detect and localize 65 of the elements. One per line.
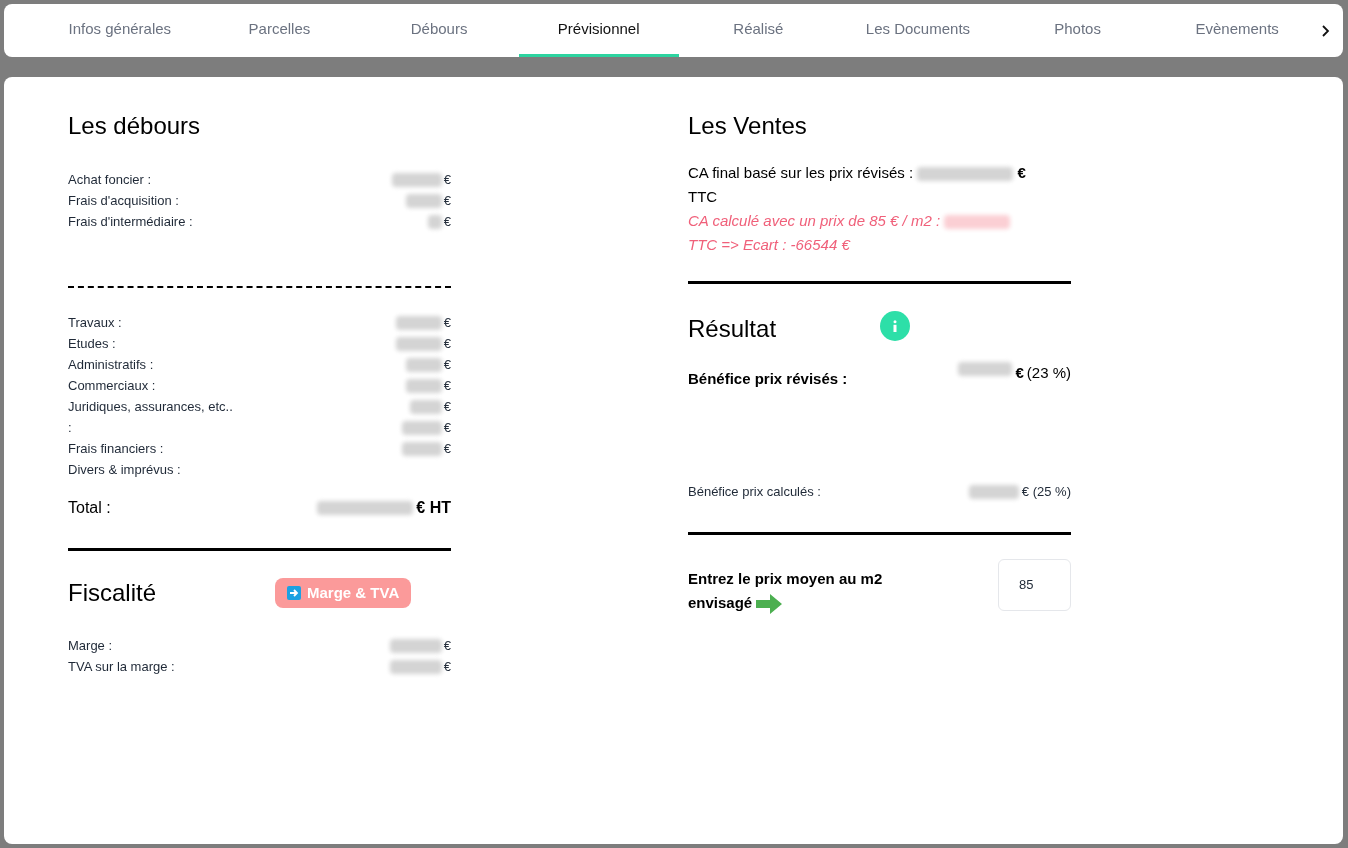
unit-text: € xyxy=(443,191,451,210)
row-label: Achat foncier : xyxy=(68,170,152,189)
row-label: Juridiques, assurances, etc.. xyxy=(68,397,233,416)
redacted-value xyxy=(405,357,442,372)
redacted-value xyxy=(944,215,1011,230)
tab[interactable]: Evènements xyxy=(1157,4,1317,57)
prix-prompt: Entrez le prix moyen au m2 envisagé xyxy=(688,566,918,615)
row-label: Commerciaux : xyxy=(68,376,156,395)
arrow-right-icon xyxy=(756,593,783,614)
row-label: Administratifs : xyxy=(68,355,154,374)
unit-text: € xyxy=(443,170,451,189)
unit-text: € xyxy=(443,376,451,395)
tab[interactable]: Parcelles xyxy=(199,4,360,57)
tab[interactable]: Débours xyxy=(359,4,519,57)
redacted-value xyxy=(401,441,442,456)
unit-text: € (25 %) xyxy=(1021,483,1071,501)
unit-text: € xyxy=(443,636,451,655)
total-label: Total : xyxy=(68,498,111,518)
row-label: Frais d'intermédiaire : xyxy=(68,212,193,231)
section-title: Les débours xyxy=(68,111,202,141)
unit-text: € xyxy=(443,418,451,437)
unit-text: € xyxy=(1015,363,1024,383)
tab[interactable]: Prévisionnel xyxy=(518,4,679,57)
row-label: Frais financiers : xyxy=(68,439,164,458)
ca-final-text: CA final basé sur les prix révisés : € TTC xyxy=(688,163,1027,207)
tab[interactable]: Les Documents xyxy=(838,4,998,57)
redacted-value xyxy=(389,659,442,674)
tab[interactable]: Photos xyxy=(997,4,1158,57)
unit-text: € xyxy=(443,397,451,416)
redacted-value xyxy=(395,315,442,330)
tab[interactable]: Réalisé xyxy=(678,4,839,57)
redacted-value xyxy=(405,378,442,393)
unit-text: € xyxy=(443,657,451,676)
percent-text: (23 %) xyxy=(1026,363,1071,383)
row-label: TVA sur la marge : xyxy=(68,657,175,676)
section-title: Fiscalité xyxy=(68,578,158,608)
row-label: Marge : xyxy=(68,636,113,655)
redacted-value xyxy=(389,638,442,653)
arrow-right-icon xyxy=(287,586,301,600)
redacted-value xyxy=(427,214,442,229)
redacted-value xyxy=(401,420,442,435)
ca-calcule-text: CA calculé avec un prix de 85 € / m2 : TTC => Ecart : -66544 € xyxy=(688,209,1071,257)
unit-text: € xyxy=(443,212,451,231)
redacted-value xyxy=(409,399,442,414)
tab[interactable]: Infos générales xyxy=(40,4,200,57)
redacted-value xyxy=(405,193,442,208)
redacted-value xyxy=(391,172,442,187)
redacted-value xyxy=(968,484,1019,499)
benefice-revises-label: Bénéfice prix révisés : xyxy=(688,369,848,389)
redacted-value xyxy=(395,336,442,351)
unit-text: € HT xyxy=(416,498,451,518)
row-label: : xyxy=(68,418,72,437)
redacted-value xyxy=(958,362,1013,376)
section-title: Les Ventes xyxy=(688,111,808,141)
row-label: Etudes : xyxy=(68,334,116,353)
row-label: Frais d'acquisition : xyxy=(68,191,179,210)
unit-text: € xyxy=(443,313,451,332)
unit-text: € xyxy=(443,334,451,353)
unit-text: € xyxy=(443,439,451,458)
row-label: Travaux : xyxy=(68,313,122,332)
unit-text: € xyxy=(443,355,451,374)
price-input[interactable]: 85 xyxy=(998,558,1071,611)
section-title: Résultat xyxy=(688,314,778,344)
benefice-calcules-label: Bénéfice prix calculés : xyxy=(688,483,821,501)
row-label: Divers & imprévus : xyxy=(68,460,181,479)
